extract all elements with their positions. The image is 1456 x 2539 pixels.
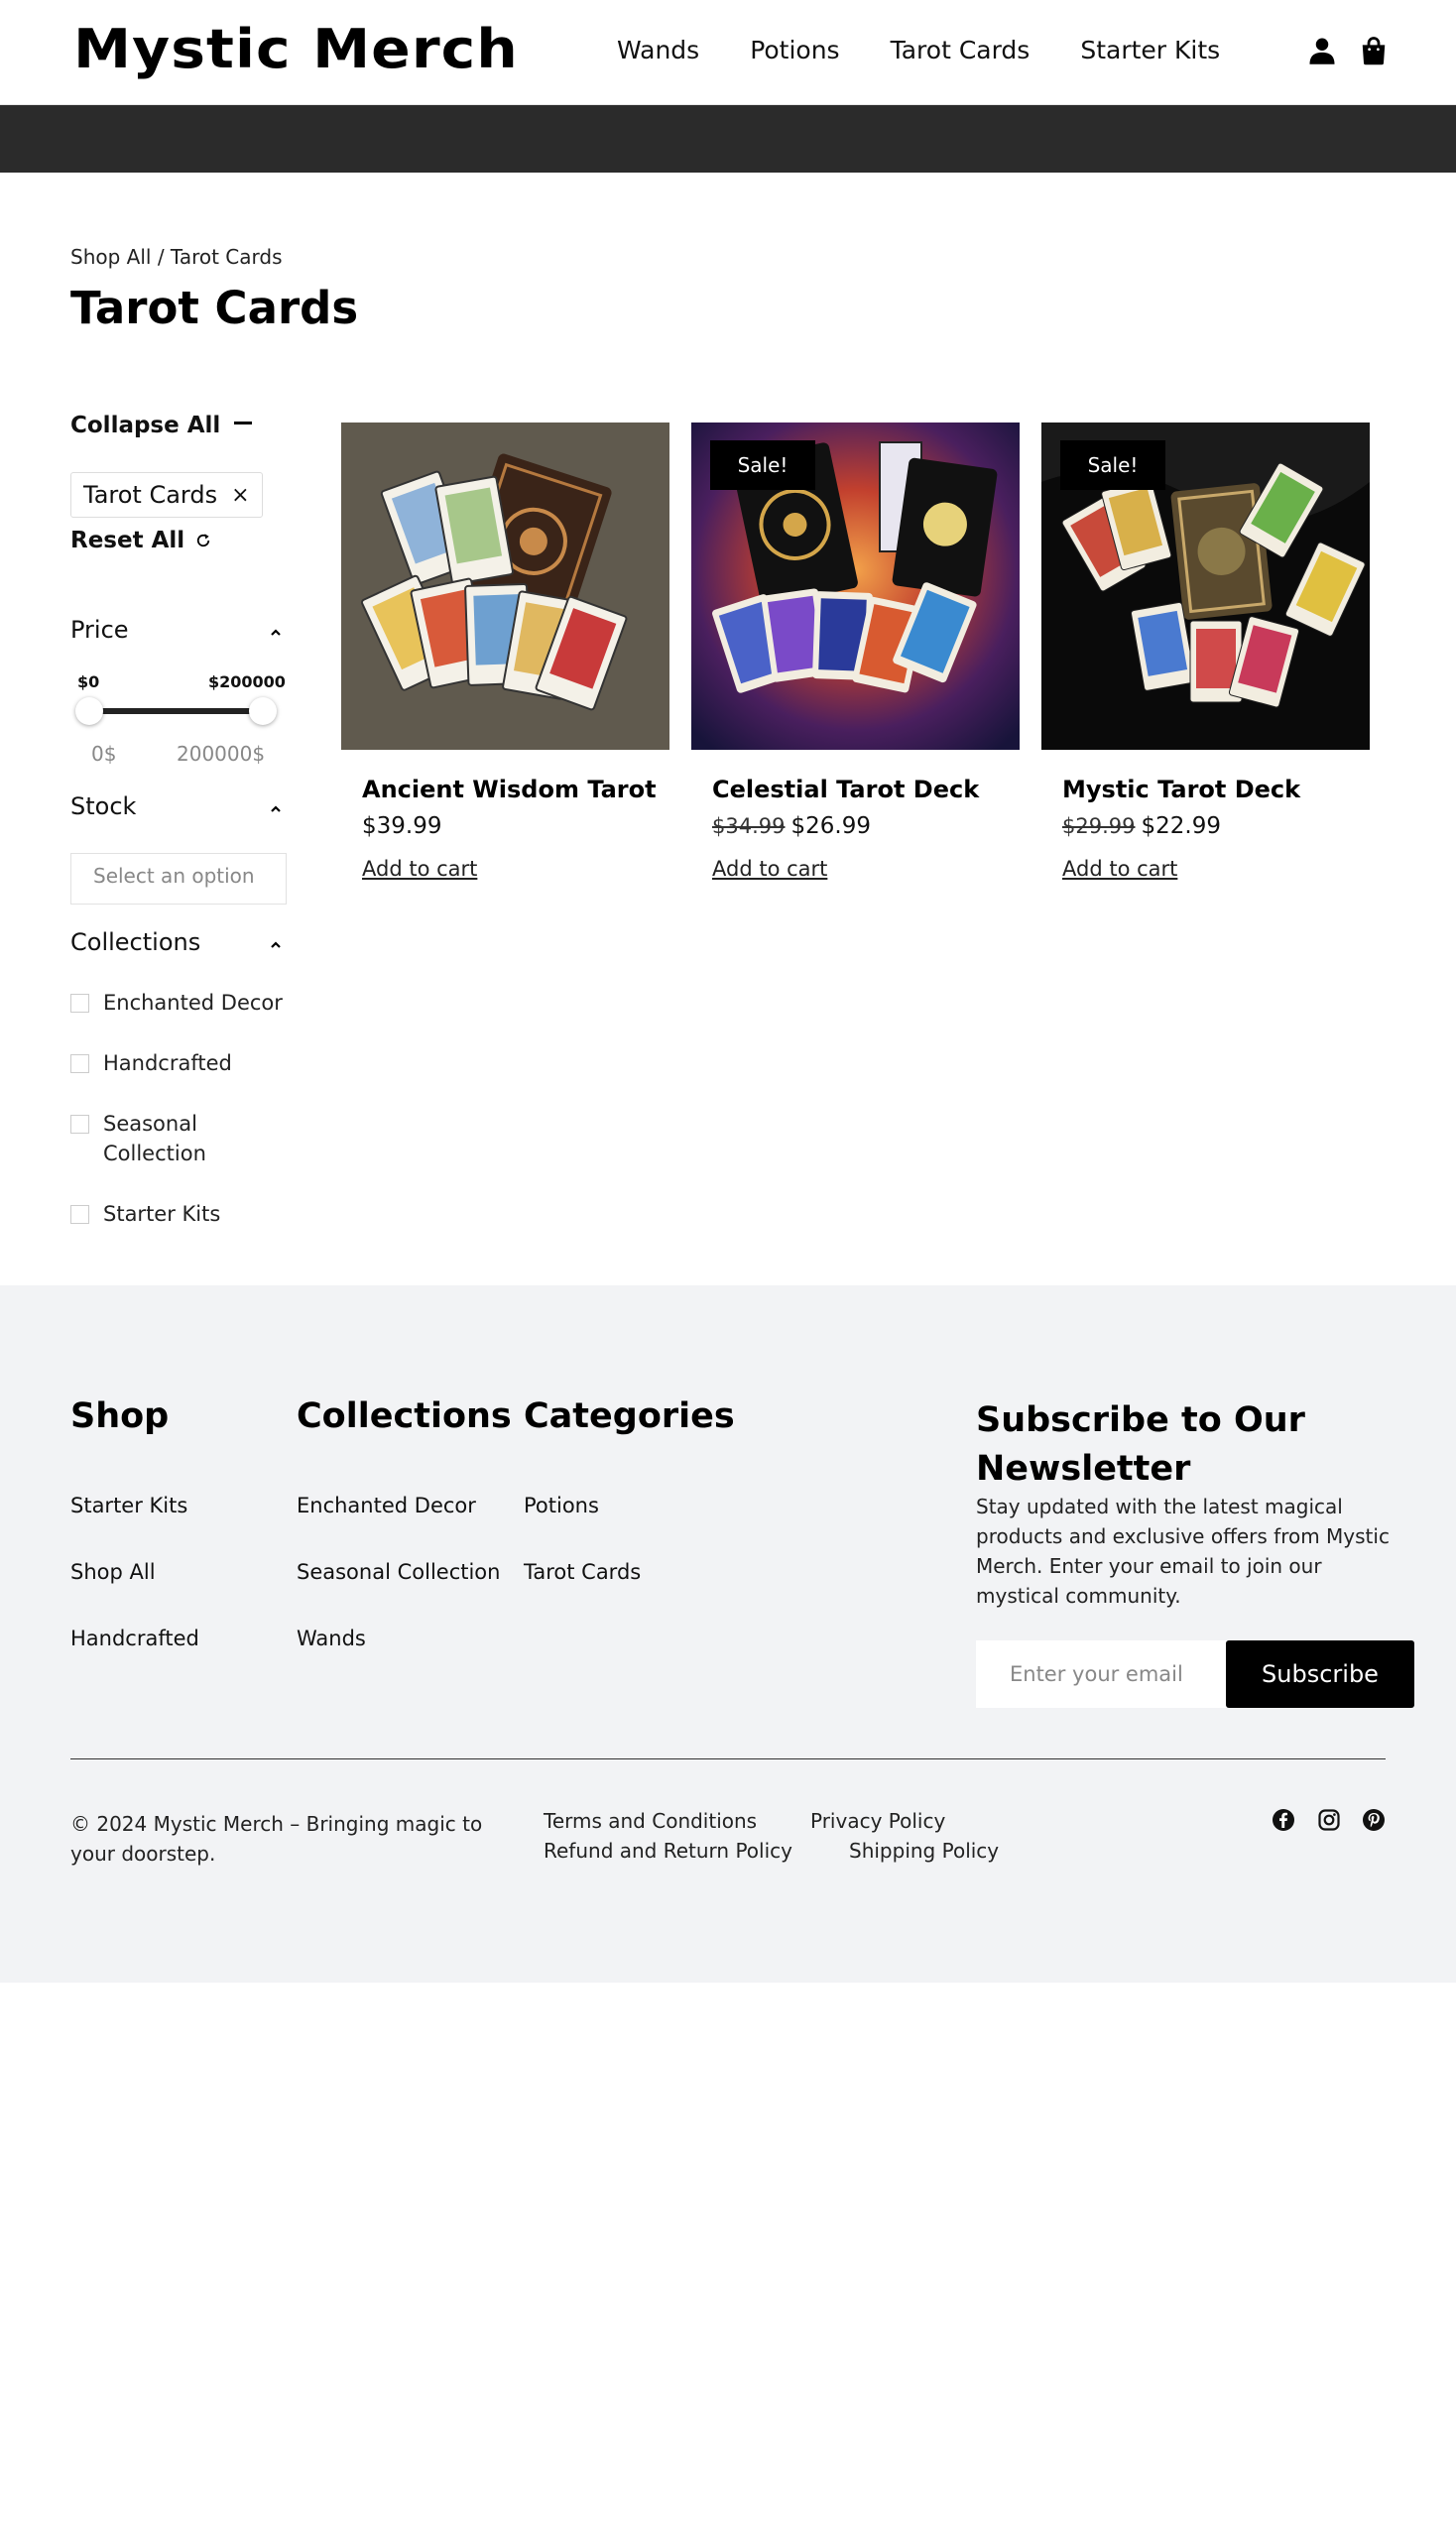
product-image[interactable]: Sale! xyxy=(691,423,1020,750)
collapse-all-label: Collapse All xyxy=(70,413,221,438)
footer-link[interactable]: Tarot Cards xyxy=(524,1560,641,1584)
legal-link-shipping[interactable]: Shipping Policy xyxy=(849,1839,999,1863)
price-max-label: $200000 xyxy=(208,672,286,691)
price-max-value: 200000$ xyxy=(177,742,266,766)
footer-shop-title: Shop xyxy=(70,1396,170,1436)
facet-collections-title[interactable]: Collections xyxy=(70,928,200,956)
footer-link[interactable]: Potions xyxy=(524,1494,599,1517)
product-image[interactable] xyxy=(341,423,669,750)
price-slider-max-handle[interactable] xyxy=(249,697,277,725)
product-price: $29.99 $22.99 xyxy=(1062,813,1370,839)
chevron-up-icon[interactable] xyxy=(270,627,282,639)
checkbox[interactable] xyxy=(70,1115,89,1134)
site-footer xyxy=(0,1285,1456,1983)
email-input[interactable]: Enter your email xyxy=(976,1640,1228,1708)
refresh-icon xyxy=(197,534,210,547)
footer-collections-title: Collections xyxy=(297,1396,512,1436)
product-card: Sale! Mystic Tarot Deck $29.99 $22.99 Add… xyxy=(1041,423,1370,881)
price-min-value: 0$ xyxy=(91,742,117,766)
collection-option-handcrafted[interactable]: Handcrafted xyxy=(70,1048,232,1078)
current-price: $26.99 xyxy=(790,813,871,839)
price-slider-min-handle[interactable] xyxy=(75,697,103,725)
stock-select[interactable]: Select an option xyxy=(70,853,287,905)
announcement-bar xyxy=(0,105,1456,173)
collapse-all-button[interactable]: Collapse All xyxy=(70,413,253,438)
checkbox[interactable] xyxy=(70,1205,89,1224)
reset-all-button[interactable]: Reset All xyxy=(70,528,212,553)
product-name[interactable]: Mystic Tarot Deck xyxy=(1062,776,1370,803)
checkbox-label: Starter Kits xyxy=(103,1202,221,1226)
nav-potions[interactable]: Potions xyxy=(750,36,839,64)
footer-link[interactable]: Starter Kits xyxy=(70,1494,187,1517)
add-to-cart-button[interactable]: Add to cart xyxy=(712,857,827,881)
facebook-icon[interactable] xyxy=(1272,1808,1295,1832)
legal-link-refund[interactable]: Refund and Return Policy xyxy=(544,1839,792,1863)
product-card: Sale! Celestial Tarot Deck $34.99 $26.99 … xyxy=(691,423,1020,881)
product-name[interactable]: Celestial Tarot Deck xyxy=(712,776,1020,803)
subscribe-button[interactable]: Subscribe xyxy=(1226,1640,1414,1708)
footer-divider xyxy=(70,1758,1386,1759)
instagram-icon[interactable] xyxy=(1317,1808,1341,1832)
footer-link[interactable]: Shop All xyxy=(70,1560,156,1584)
add-to-cart-button[interactable]: Add to cart xyxy=(362,857,477,881)
nav-wands[interactable]: Wands xyxy=(617,36,699,64)
chevron-up-icon[interactable] xyxy=(270,803,282,815)
checkbox-label: Handcrafted xyxy=(103,1051,232,1075)
page-title: Tarot Cards xyxy=(70,282,359,334)
price-min-label: $0 xyxy=(77,672,100,691)
footer-link[interactable]: Enchanted Decor xyxy=(297,1494,476,1517)
footer-link[interactable]: Handcrafted xyxy=(70,1627,199,1650)
collection-option-enchanted-decor[interactable]: Enchanted Decor xyxy=(70,988,283,1018)
shopping-bag-icon[interactable] xyxy=(1359,36,1389,65)
footer-categories-title: Categories xyxy=(524,1396,735,1436)
nav-tarot-cards[interactable]: Tarot Cards xyxy=(891,36,1031,64)
collection-option-seasonal[interactable]: Seasonal Collection xyxy=(70,1109,299,1168)
checkbox[interactable] xyxy=(70,1054,89,1073)
user-icon[interactable] xyxy=(1307,36,1337,65)
chevron-up-icon[interactable] xyxy=(270,939,282,951)
checkbox[interactable] xyxy=(70,994,89,1013)
site-logo[interactable]: Mystic Merch xyxy=(73,18,519,80)
close-icon[interactable]: × xyxy=(231,483,249,508)
product-image[interactable]: Sale! xyxy=(1041,423,1370,750)
add-to-cart-button[interactable]: Add to cart xyxy=(1062,857,1177,881)
product-card: Ancient Wisdom Tarot $39.99 Add to cart xyxy=(341,423,669,881)
chip-label: Tarot Cards xyxy=(83,481,218,509)
newsletter-text: Stay updated with the latest magical pro… xyxy=(976,1495,1390,1608)
footer-link[interactable]: Seasonal Collection xyxy=(297,1560,500,1584)
legal-link-privacy[interactable]: Privacy Policy xyxy=(810,1809,945,1833)
product-price: $39.99 xyxy=(362,813,669,839)
legal-link-terms[interactable]: Terms and Conditions xyxy=(544,1809,757,1833)
copyright: © 2024 Mystic Merch – Bringing magic to … xyxy=(70,1812,483,1866)
footer-link[interactable]: Wands xyxy=(297,1627,366,1650)
price-slider-track xyxy=(89,708,264,714)
minus-icon xyxy=(234,421,253,424)
product-price: $34.99 $26.99 xyxy=(712,813,1020,839)
main-nav: Wands Potions Tarot Cards Starter Kits xyxy=(617,36,1271,64)
sale-badge: Sale! xyxy=(1060,440,1165,490)
original-price: $29.99 xyxy=(1062,814,1136,838)
site-header: Mystic Merch Wands Potions Tarot Cards S… xyxy=(0,0,1456,105)
facet-stock-title[interactable]: Stock xyxy=(70,792,136,820)
sale-badge: Sale! xyxy=(710,440,815,490)
checkbox-label: Enchanted Decor xyxy=(103,991,283,1015)
breadcrumb[interactable]: Shop All / Tarot Cards xyxy=(70,245,283,269)
pinterest-icon[interactable] xyxy=(1362,1808,1386,1832)
facet-price-title[interactable]: Price xyxy=(70,616,129,644)
current-price: $22.99 xyxy=(1141,813,1221,839)
checkbox-label: Seasonal Collection xyxy=(103,1112,206,1165)
active-filter-chip[interactable]: Tarot Cards × xyxy=(70,472,263,518)
newsletter-title: Subscribe to Our Newsletter xyxy=(976,1400,1305,1489)
original-price: $34.99 xyxy=(712,814,786,838)
current-price: $39.99 xyxy=(362,813,442,839)
nav-starter-kits[interactable]: Starter Kits xyxy=(1080,36,1220,64)
product-name[interactable]: Ancient Wisdom Tarot xyxy=(362,776,669,803)
reset-all-label: Reset All xyxy=(70,528,185,553)
collection-option-starter-kits[interactable]: Starter Kits xyxy=(70,1199,220,1229)
